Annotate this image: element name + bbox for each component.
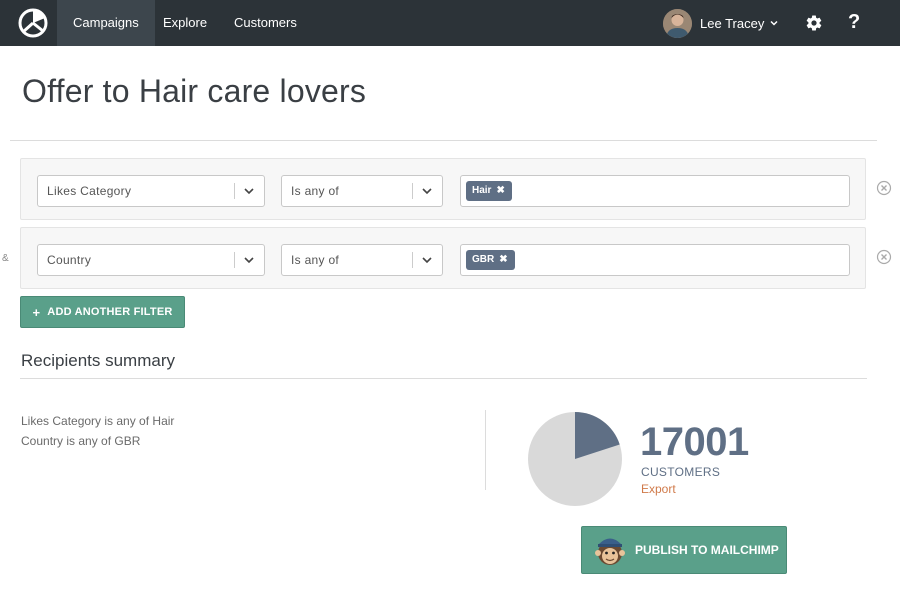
filter-operator-select[interactable]: Is any of [281, 175, 443, 207]
tab-explore[interactable]: Explore [147, 0, 223, 46]
remove-filter-icon[interactable] [876, 249, 892, 265]
close-icon[interactable]: ✖ [496, 181, 504, 201]
select-separator [234, 252, 235, 268]
filter-row: Country Is any of GBR ✖ [20, 227, 866, 289]
avatar [663, 8, 692, 38]
tag-label: Hair [472, 185, 492, 196]
recipient-count-label: CUSTOMERS [641, 465, 721, 479]
remove-filter-icon[interactable] [876, 180, 892, 196]
value-tag: Hair ✖ [466, 181, 512, 201]
chevron-down-icon [422, 188, 432, 195]
user-name: Lee Tracey [700, 15, 765, 31]
add-filter-label: ADD ANOTHER FILTER [47, 306, 173, 318]
summary-line: Likes Category is any of Hair [21, 414, 175, 428]
help-icon[interactable]: ? [848, 11, 860, 34]
close-icon[interactable]: ✖ [499, 250, 507, 270]
user-photo-icon [663, 8, 692, 38]
chevron-down-icon [422, 257, 432, 264]
publish-label: PUBLISH TO MAILCHIMP [635, 543, 779, 557]
select-separator [412, 183, 413, 199]
divider [20, 378, 867, 379]
add-filter-button[interactable]: + ADD ANOTHER FILTER [20, 296, 185, 328]
plus-icon: + [32, 304, 41, 320]
select-separator [234, 183, 235, 199]
chevron-down-icon [770, 20, 778, 26]
filter-field-value: Likes Category [47, 184, 132, 198]
select-separator [412, 252, 413, 268]
summary-line: Country is any of GBR [21, 434, 141, 448]
user-menu[interactable]: Lee Tracey [663, 8, 778, 38]
divider [10, 140, 877, 141]
tag-label: GBR [472, 254, 495, 265]
filter-field-select[interactable]: Country [37, 244, 265, 276]
recipient-count: 17001 [640, 420, 749, 464]
publish-mailchimp-button[interactable]: PUBLISH TO MAILCHIMP [581, 526, 787, 574]
filter-field-value: Country [47, 253, 92, 267]
filter-operator-select[interactable]: Is any of [281, 244, 443, 276]
filter-row: Likes Category Is any of Hair ✖ [20, 158, 866, 220]
gear-icon[interactable] [805, 14, 823, 32]
chevron-down-icon [244, 188, 254, 195]
section-title: Recipients summary [21, 351, 175, 370]
filter-operator-value: Is any of [291, 184, 340, 198]
export-link[interactable]: Export [641, 482, 676, 496]
tab-campaigns[interactable]: Campaigns [57, 0, 155, 46]
top-navbar: Campaigns Explore Customers Lee Tracey ? [0, 0, 900, 46]
value-tag: GBR ✖ [466, 250, 515, 270]
filter-joiner: & [2, 253, 9, 264]
divider [485, 410, 486, 490]
filter-operator-value: Is any of [291, 253, 340, 267]
app-logo-icon[interactable] [17, 7, 49, 39]
recipients-pie-chart [528, 412, 622, 506]
mailchimp-icon [595, 538, 625, 565]
tab-customers[interactable]: Customers [218, 0, 313, 46]
filter-values-input[interactable]: Hair ✖ [460, 175, 850, 207]
filter-field-select[interactable]: Likes Category [37, 175, 265, 207]
filter-values-input[interactable]: GBR ✖ [460, 244, 850, 276]
chevron-down-icon [244, 257, 254, 264]
page-title: Offer to Hair care lovers [22, 73, 367, 109]
